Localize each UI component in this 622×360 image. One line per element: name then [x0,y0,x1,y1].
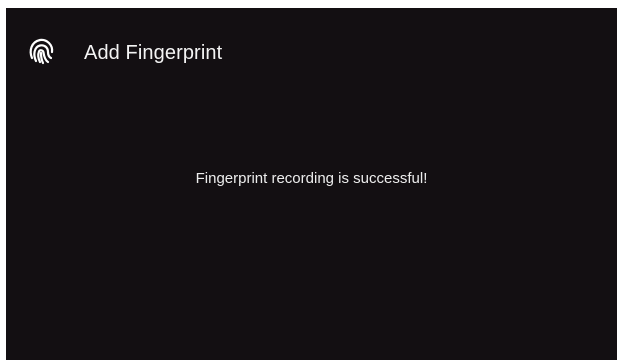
header-bar: Add Fingerprint [6,8,617,96]
status-message: Fingerprint recording is successful! [195,170,428,187]
fingerprint-screen: Add Fingerprint Fingerprint recording is… [6,8,617,360]
fingerprint-icon [26,36,56,66]
page-title: Add Fingerprint [84,42,223,64]
